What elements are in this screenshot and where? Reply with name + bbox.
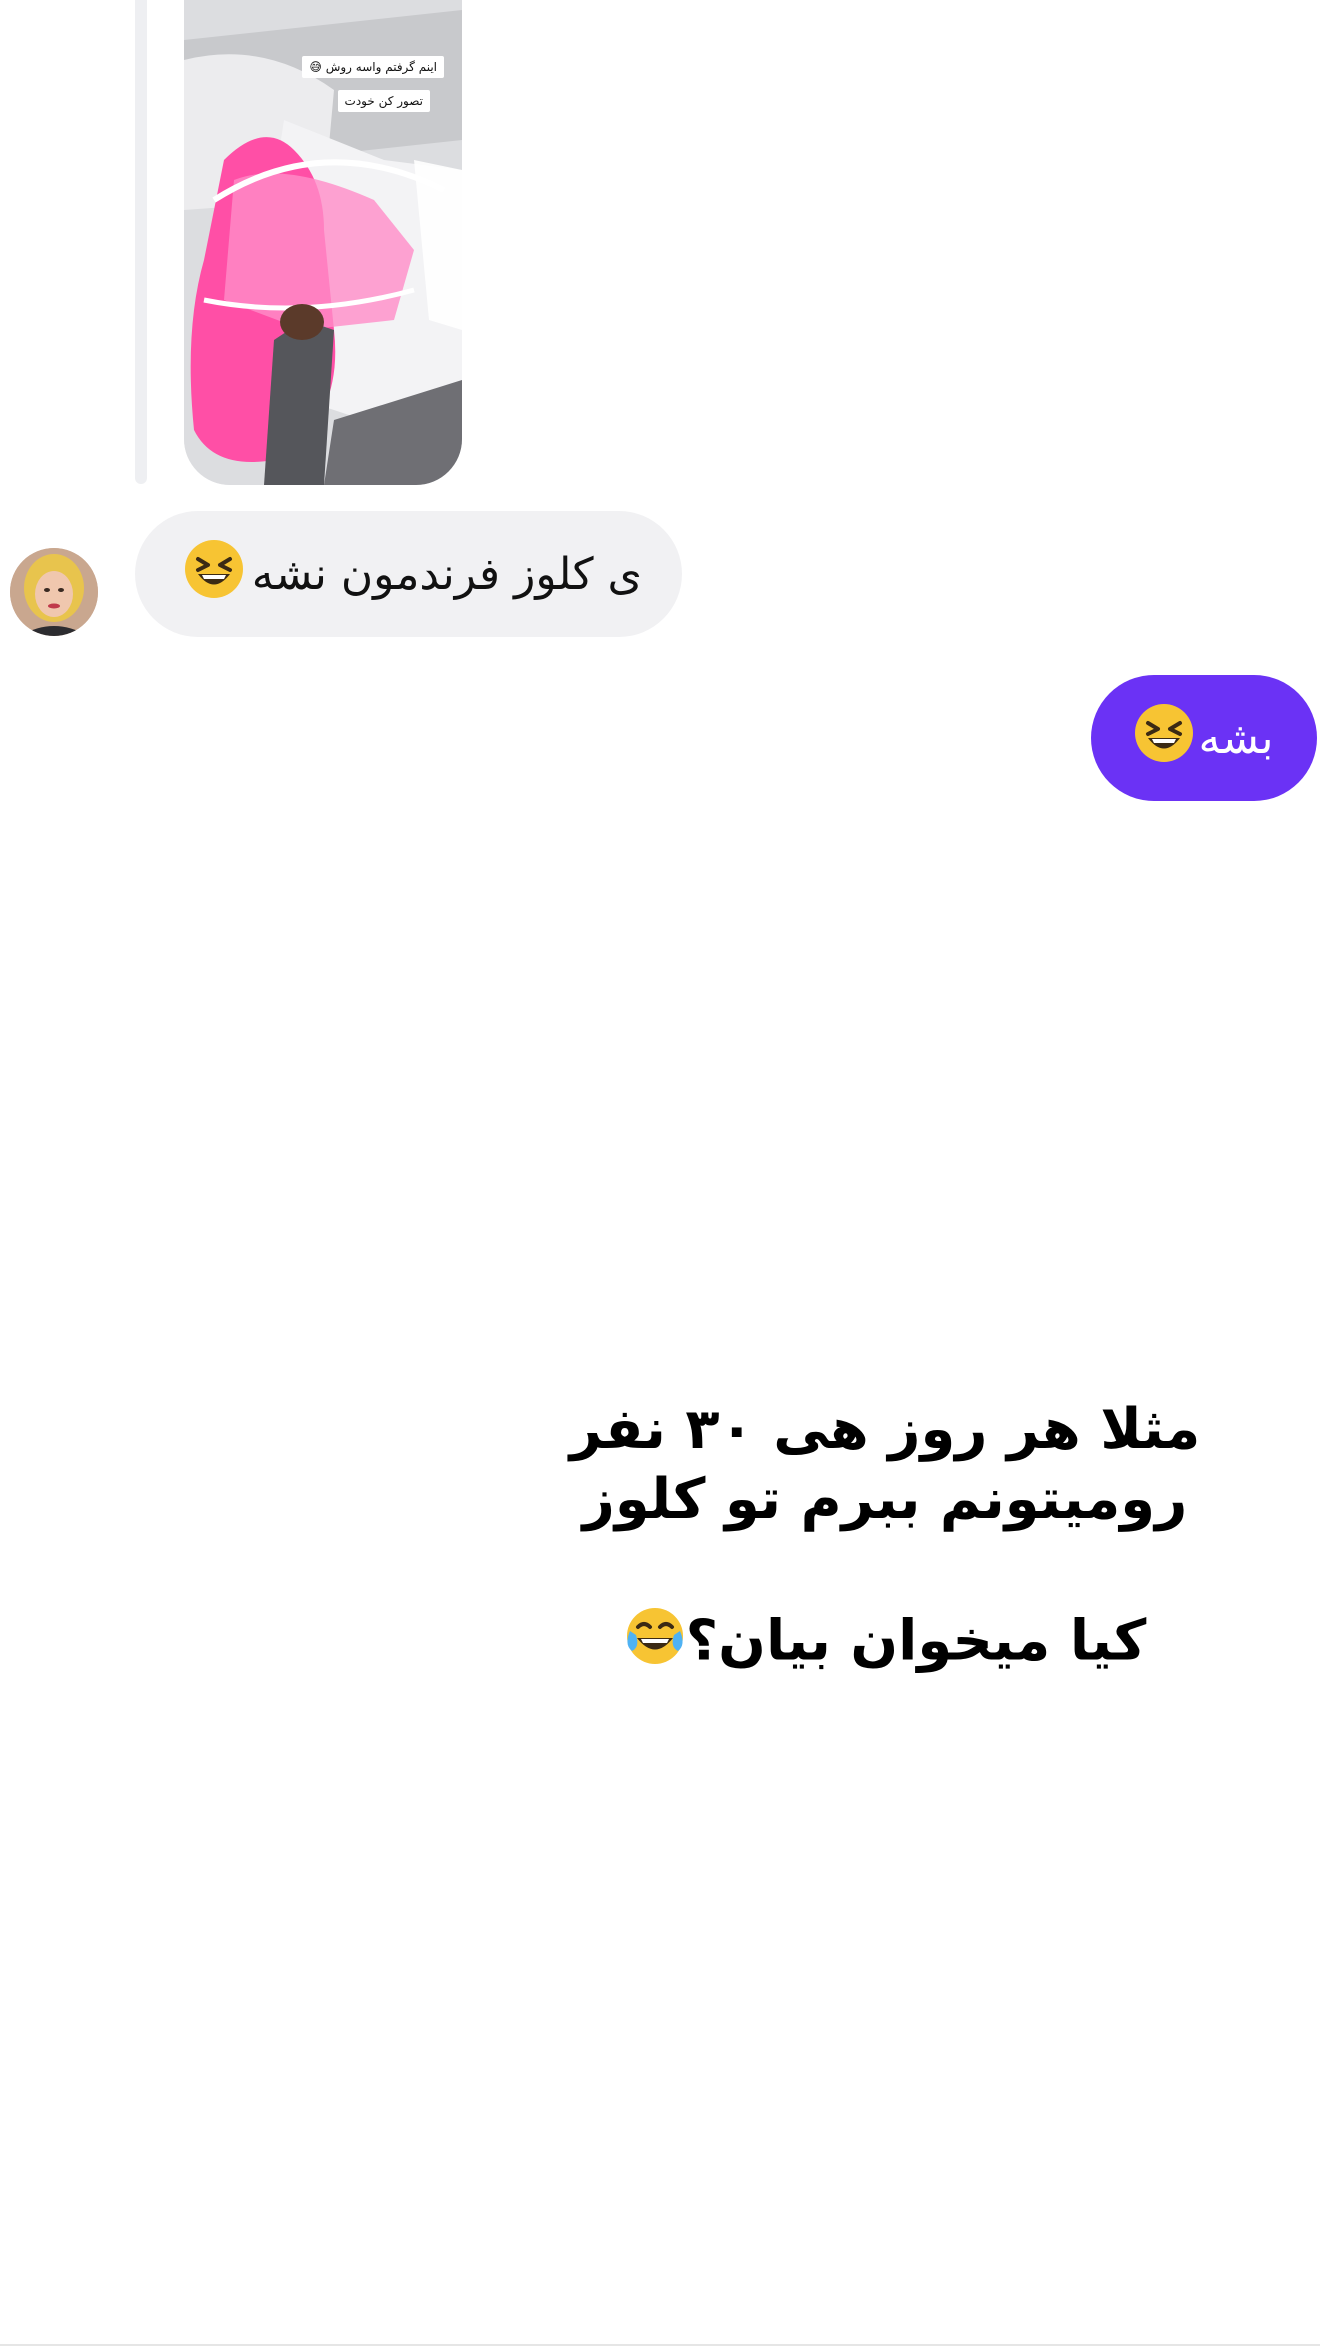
story-caption-1: اینم گرفتم واسه روش 😅 bbox=[302, 56, 444, 78]
outgoing-message-text: بشه bbox=[1198, 712, 1274, 764]
overlay-spacer bbox=[560, 1535, 1210, 1605]
incoming-message-bubble[interactable]: ی کلوز فرندمون نشه bbox=[135, 511, 682, 637]
reply-indicator-bar bbox=[135, 0, 147, 484]
avatar-photo bbox=[10, 548, 98, 636]
overlay-line-3: کیا میخوان بیان؟ bbox=[685, 1608, 1147, 1674]
overlay-caption-text: مثلا هر روز هی ۳۰ نفر رومیتونم ببرم تو ک… bbox=[560, 1395, 1210, 1684]
incoming-message-text: ی کلوز فرندمون نشه bbox=[251, 548, 642, 600]
laughing-emoji-icon bbox=[1134, 703, 1194, 774]
story-caption-2: تصور کن خودت bbox=[337, 90, 430, 112]
story-reply-thumbnail[interactable]: اینم گرفتم واسه روش 😅 تصور کن خودت bbox=[184, 0, 462, 485]
outgoing-message-bubble[interactable]: بشه bbox=[1091, 675, 1317, 801]
tears-of-joy-emoji-icon bbox=[624, 1605, 686, 1684]
laughing-emoji-icon bbox=[184, 539, 244, 610]
overlay-line-1: مثلا هر روز هی ۳۰ نفر bbox=[569, 1397, 1201, 1462]
sender-avatar[interactable] bbox=[10, 548, 98, 636]
overlay-line-3-wrap: کیا میخوان بیان؟ bbox=[560, 1605, 1210, 1684]
overlay-line-2: رومیتونم ببرم تو کلوز bbox=[582, 1467, 1188, 1532]
